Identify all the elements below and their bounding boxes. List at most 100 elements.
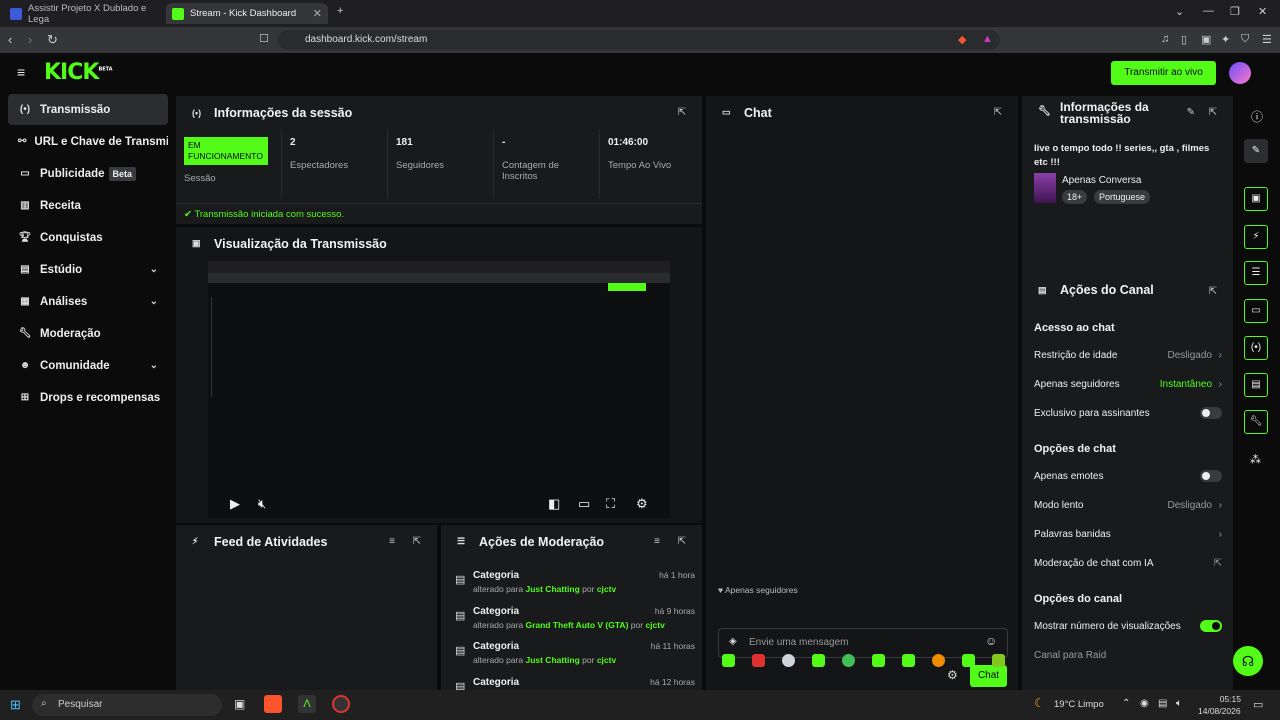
obs-taskbar-icon[interactable]	[332, 695, 350, 713]
rewards-icon[interactable]: ▲	[982, 33, 993, 45]
windows-start-icon[interactable]: ⊞	[10, 697, 21, 713]
info-icon[interactable]: ⓘ	[1251, 108, 1263, 125]
mod-game[interactable]: Just Chatting	[525, 655, 579, 665]
go-live-button[interactable]: Transmitir ao vivo	[1111, 61, 1216, 85]
close-tab-icon[interactable]: ✕	[313, 7, 322, 20]
ai-moderation-row[interactable]: Moderação de chat com IA ⇱	[1034, 558, 1222, 569]
mod-user[interactable]: cjctv	[597, 584, 616, 594]
send-chat-button[interactable]: Chat	[970, 665, 1007, 687]
popout-icon[interactable]: ⇱	[413, 536, 421, 547]
menu-icon[interactable]: ☰	[1262, 33, 1272, 46]
brave-shield-icon[interactable]: ◆	[958, 33, 966, 46]
edit-layout-icon[interactable]: ✎	[1244, 139, 1268, 163]
sidebar-item-moderacao[interactable]: 🔧︎ Moderação	[8, 318, 168, 349]
task-view-icon[interactable]: ▣	[234, 697, 245, 711]
back-icon[interactable]: ‹	[8, 32, 12, 47]
emote-icon[interactable]	[902, 654, 915, 667]
user-avatar[interactable]	[1229, 62, 1251, 84]
rail-more-icon[interactable]: ⁂	[1250, 453, 1261, 466]
weather-text[interactable]: 19°C Limpo	[1054, 699, 1104, 710]
browser-tab[interactable]: Assistir Projeto X Dublado e Lega	[4, 3, 162, 25]
sidebar-item-transmissao[interactable]: (•) Transmissão	[8, 94, 168, 125]
sidebar-item-drops[interactable]: ⊞ Drops e recompensas	[8, 382, 168, 413]
emote-icon[interactable]	[962, 654, 975, 667]
settings-gear-icon[interactable]: ⚙	[636, 496, 648, 512]
sidebar-toggle-icon[interactable]: ▯	[1181, 33, 1187, 46]
mod-game[interactable]: Grand Theft Auto V (GTA)	[525, 620, 628, 630]
new-tab-icon[interactable]: +	[337, 5, 343, 17]
popout-icon[interactable]: ⇱	[678, 536, 686, 547]
kick-logo[interactable]: KICKBETA	[44, 60, 113, 85]
age-restriction-row[interactable]: Restrição de idade Desligado ›	[1034, 350, 1222, 361]
address-bar[interactable]: dashboard.kick.com/stream	[278, 30, 1000, 50]
popout-icon[interactable]: ⇱	[1209, 286, 1217, 297]
browser-tab-active[interactable]: Stream - Kick Dashboard ✕	[166, 3, 328, 24]
app-taskbar-icon[interactable]: Λ	[298, 695, 316, 713]
close-window-icon[interactable]: ✕	[1258, 5, 1267, 18]
fullscreen-icon[interactable]: ⛶	[606, 496, 615, 512]
sidebar-item-analises[interactable]: ▦ Análises ⌄	[8, 286, 168, 317]
bookmark-icon[interactable]: ☐	[259, 32, 269, 45]
emote-icon[interactable]	[842, 654, 855, 667]
pip-icon[interactable]: ◧	[548, 496, 560, 512]
mod-user[interactable]: cjctv	[645, 620, 664, 630]
show-views-toggle[interactable]	[1200, 620, 1222, 632]
brave-taskbar-icon[interactable]	[264, 695, 282, 713]
theater-icon[interactable]: ▭	[578, 496, 590, 512]
emoji-icon[interactable]: ☺	[985, 634, 997, 648]
forward-icon[interactable]: ›	[28, 32, 32, 47]
sidebar-item-publicidade[interactable]: ▭ Publicidade Beta	[8, 158, 168, 189]
taskbar-search[interactable]: ⌕ Pesquisar	[32, 694, 222, 716]
rail-server-icon[interactable]: ▤	[1244, 373, 1268, 397]
reload-icon[interactable]: ↻	[47, 32, 58, 48]
sidebar-item-comunidade[interactable]: ☻ Comunidade ⌄	[8, 350, 168, 381]
popout-icon[interactable]: ⇱	[678, 107, 686, 118]
edit-pencil-icon[interactable]: ✎	[1187, 107, 1195, 118]
ai-icon[interactable]: ✦	[1221, 33, 1230, 46]
rail-bolt-icon[interactable]: ⚡︎	[1244, 225, 1268, 249]
wallet-icon[interactable]: ▣	[1201, 33, 1211, 46]
mod-user[interactable]: cjctv	[597, 655, 616, 665]
emote-icon[interactable]	[872, 654, 885, 667]
tab-list-icon[interactable]: ⌄	[1175, 5, 1184, 18]
maximize-icon[interactable]: ❐	[1230, 5, 1240, 18]
network-icon[interactable]: ▤	[1158, 698, 1167, 709]
chat-settings-icon[interactable]: ⚙	[947, 668, 958, 682]
sidebar-item-conquistas[interactable]: 🏆︎ Conquistas	[8, 222, 168, 253]
banned-words-row[interactable]: Palavras banidas ›	[1034, 529, 1222, 540]
volume-icon[interactable]: 🔈︎	[1176, 698, 1182, 709]
tray-app-icon[interactable]: ◉	[1140, 698, 1149, 709]
filter-icon[interactable]: ≡	[654, 536, 660, 547]
mod-game[interactable]: Just Chatting	[525, 584, 579, 594]
rail-chat-icon[interactable]: ▭	[1244, 299, 1268, 323]
rail-broadcast-icon[interactable]: (•)	[1244, 336, 1268, 360]
emote-icon[interactable]	[992, 654, 1005, 667]
emotes-only-toggle[interactable]	[1200, 470, 1222, 482]
emote-icon[interactable]	[782, 654, 795, 667]
notification-icon[interactable]: ▭	[1253, 698, 1263, 711]
support-headset-icon[interactable]: ☊	[1233, 646, 1263, 676]
slow-mode-row[interactable]: Modo lento Desligado ›	[1034, 500, 1222, 511]
sidebar-item-receita[interactable]: ▥ Receita	[8, 190, 168, 221]
subscribers-only-toggle[interactable]	[1200, 407, 1222, 419]
hamburger-menu-icon[interactable]: ≡	[17, 64, 25, 80]
mute-icon[interactable]: 🔇︎	[258, 496, 266, 512]
rail-list-icon[interactable]: ☰	[1244, 261, 1268, 285]
popout-icon[interactable]: ⇱	[994, 107, 1002, 118]
sidebar-item-estudio[interactable]: ▤ Estúdio ⌄	[8, 254, 168, 285]
category-name[interactable]: Apenas Conversa	[1062, 175, 1142, 186]
rail-wrench-icon[interactable]: 🔧︎	[1244, 410, 1268, 434]
popout-icon[interactable]: ⇱	[1209, 107, 1217, 118]
followers-only-row[interactable]: Apenas seguidores Instantâneo ›	[1034, 379, 1222, 390]
minimize-icon[interactable]: —	[1203, 5, 1214, 17]
video-player[interactable]: ▶ 🔇︎ ◧ ▭ ⛶ ⚙	[208, 261, 670, 518]
clock-time[interactable]: 05:15	[1203, 694, 1241, 704]
media-icon[interactable]: ♫	[1161, 33, 1169, 45]
filter-icon[interactable]: ≡	[389, 536, 395, 547]
play-icon[interactable]: ▶	[230, 496, 240, 512]
vpn-icon[interactable]: ⛉	[1241, 33, 1249, 46]
rail-preview-icon[interactable]: ▣	[1244, 187, 1268, 211]
clock-date[interactable]: 14/08/2026	[1198, 706, 1241, 716]
sidebar-item-url-key[interactable]: ⚯ URL e Chave de Transmissão	[8, 126, 168, 157]
raid-channel-row[interactable]: Canal para Raid	[1034, 650, 1222, 661]
